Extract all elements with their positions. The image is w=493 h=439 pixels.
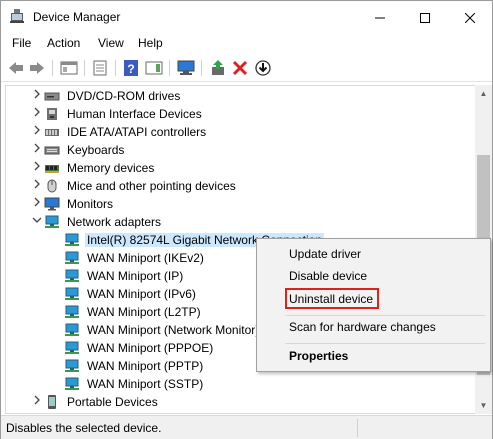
- ide-controller-icon: [45, 129, 59, 136]
- tree-item-label: WAN Miniport (IKEv2): [87, 251, 204, 265]
- mouse-icon: [47, 179, 57, 193]
- network-adapter-icon: [65, 287, 79, 300]
- close-icon: [464, 12, 475, 23]
- tree-category-item[interactable]: IDE ATA/ATAPI controllers: [6, 123, 475, 141]
- chevron-down-icon[interactable]: [31, 215, 43, 229]
- network-adapter-icon: [65, 269, 79, 282]
- menu-help[interactable]: Help: [138, 36, 163, 50]
- context-disable-device[interactable]: Disable device: [289, 269, 367, 283]
- tree-item-label: WAN Miniport (PPTP): [87, 359, 204, 373]
- properties-icon[interactable]: [90, 59, 110, 77]
- chevron-right-icon[interactable]: [31, 197, 43, 211]
- context-update-driver[interactable]: Update driver: [289, 247, 361, 261]
- tree-item-label: Memory devices: [67, 161, 155, 175]
- update-driver-icon[interactable]: [208, 59, 228, 77]
- network-adapter-icon: [65, 305, 79, 318]
- tree-category-item[interactable]: Mice and other pointing devices: [6, 177, 475, 195]
- chevron-right-icon[interactable]: [31, 143, 43, 157]
- context-menu: Update driver Disable device Uninstall d…: [256, 238, 491, 372]
- portable-device-icon: [48, 395, 56, 409]
- tree-category-item[interactable]: Keyboards: [6, 141, 475, 159]
- maximize-icon: [419, 12, 430, 23]
- menu-view[interactable]: View: [98, 36, 124, 50]
- menu-action[interactable]: Action: [47, 36, 80, 50]
- chevron-right-icon[interactable]: [31, 89, 43, 103]
- scan-hardware-icon[interactable]: [176, 59, 196, 77]
- status-separator: [357, 419, 358, 437]
- toolbar: ?: [1, 55, 492, 82]
- tree-category-item[interactable]: Network adapters: [6, 213, 475, 231]
- forward-arrow-icon[interactable]: [27, 59, 47, 77]
- network-adapter-icon: [65, 377, 79, 390]
- menu-bar: File Action View Help: [1, 33, 492, 54]
- status-bar: Disables the selected device.: [1, 415, 492, 439]
- context-uninstall-device[interactable]: Uninstall device: [289, 292, 373, 306]
- chevron-right-icon[interactable]: [31, 395, 43, 409]
- tree-category-item[interactable]: Human Interface Devices: [6, 105, 475, 123]
- back-arrow-icon[interactable]: [6, 59, 26, 77]
- tree-item-label: IDE ATA/ATAPI controllers: [67, 125, 207, 139]
- title-bar: Device Manager: [1, 1, 492, 32]
- memory-icon: [45, 165, 59, 173]
- toolbar-separator: [169, 60, 170, 76]
- tree-item-label: WAN Miniport (IPv6): [87, 287, 196, 301]
- tree-item-label: WAN Miniport (SSTP): [87, 377, 204, 391]
- device-manager-window: Device Manager File Action View Help ? D…: [0, 0, 493, 439]
- context-divider: [285, 343, 485, 344]
- hid-icon: [47, 108, 57, 120]
- chevron-right-icon[interactable]: [31, 107, 43, 121]
- tree-category-item[interactable]: Monitors: [6, 195, 475, 213]
- tree-item-label: WAN Miniport (Network Monitor): [87, 323, 260, 337]
- toolbar-separator: [84, 60, 85, 76]
- download-icon[interactable]: [253, 59, 273, 77]
- dvd-drive-icon: [44, 92, 60, 101]
- toolbar-separator: [115, 60, 116, 76]
- device-manager-icon: [10, 9, 24, 23]
- svg-text:?: ?: [127, 62, 134, 76]
- chevron-right-icon[interactable]: [31, 179, 43, 193]
- tree-item-label: Human Interface Devices: [67, 107, 202, 121]
- maximize-button[interactable]: [402, 1, 447, 32]
- action-pane-icon[interactable]: [144, 59, 164, 77]
- context-divider: [285, 315, 485, 316]
- chevron-right-icon[interactable]: [31, 125, 43, 139]
- network-adapter-icon: [65, 233, 79, 246]
- tree-category-item[interactable]: DVD/CD-ROM drives: [6, 87, 475, 105]
- uninstall-device-icon[interactable]: [230, 59, 250, 77]
- network-adapter-icon: [65, 251, 79, 264]
- scroll-down-icon[interactable]: ▼: [475, 397, 492, 414]
- context-scan-hardware[interactable]: Scan for hardware changes: [289, 320, 436, 334]
- menu-file[interactable]: File: [12, 36, 31, 50]
- status-text: Disables the selected device.: [6, 421, 162, 435]
- monitor-icon: [44, 197, 60, 211]
- tree-child-item[interactable]: WAN Miniport (SSTP): [6, 375, 475, 393]
- scroll-up-icon[interactable]: ▲: [475, 85, 492, 102]
- tree-item-label: Keyboards: [67, 143, 125, 157]
- minimize-button[interactable]: [357, 1, 402, 32]
- tree-item-label: Portable Devices: [67, 395, 158, 409]
- keyboard-icon: [44, 146, 60, 155]
- close-button[interactable]: [447, 1, 492, 32]
- tree-item-label: Network adapters: [67, 215, 162, 229]
- tree-category-item[interactable]: Portable Devices: [6, 393, 475, 411]
- tree-item-label: WAN Miniport (IP): [87, 269, 184, 283]
- help-icon[interactable]: ?: [121, 59, 141, 77]
- context-properties[interactable]: Properties: [289, 349, 348, 363]
- tree-item-label: Mice and other pointing devices: [67, 179, 236, 193]
- tree-item-label: WAN Miniport (PPPOE): [87, 341, 214, 355]
- tree-item-label: Monitors: [67, 197, 114, 211]
- network-adapter-icon: [65, 341, 79, 354]
- tree-category-item[interactable]: Memory devices: [6, 159, 475, 177]
- chevron-right-icon[interactable]: [31, 161, 43, 175]
- network-adapter-icon: [65, 323, 79, 336]
- toolbar-separator: [201, 60, 202, 76]
- show-hide-console-tree-icon[interactable]: [59, 59, 79, 77]
- window-title: Device Manager: [33, 10, 121, 24]
- network-adapter-icon: [65, 359, 79, 372]
- toolbar-separator: [52, 60, 53, 76]
- minimize-icon: [374, 17, 385, 19]
- tree-item-label: DVD/CD-ROM drives: [67, 89, 181, 103]
- tree-item-label: WAN Miniport (L2TP): [87, 305, 201, 319]
- network-adapter-icon: [45, 215, 59, 228]
